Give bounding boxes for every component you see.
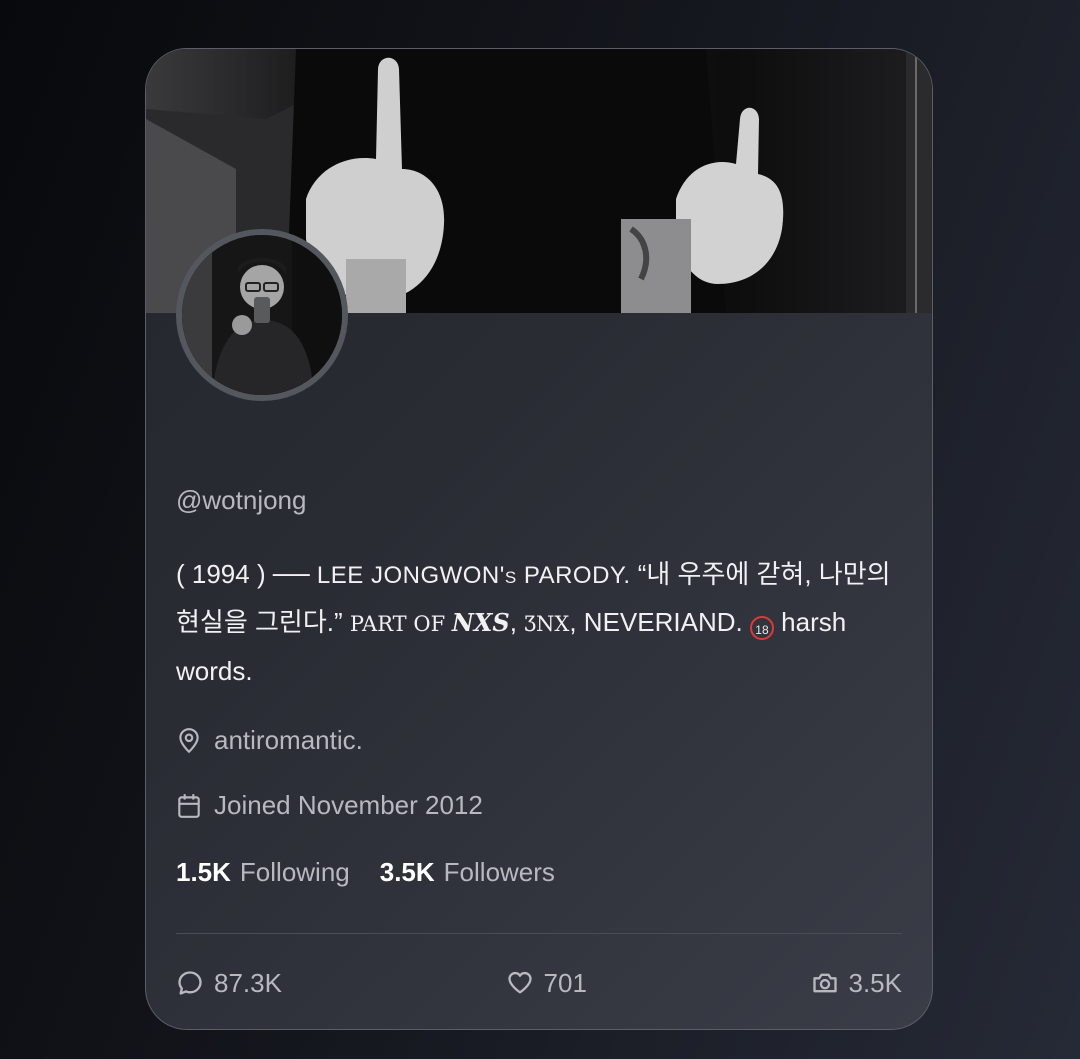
bio-text-1: ( 1994 ) ── [176, 559, 317, 589]
bio-text-partof: PART OF [349, 612, 452, 636]
profile-bio: ( 1994 ) ── LEE JONGWON's PARODY. “내 우주에… [176, 551, 911, 695]
bio-text-parody: LEE JONGWON's PARODY. [316, 562, 631, 589]
followers-count: 3.5K [379, 857, 435, 887]
action-bar: 87.3K 701 3.5K [176, 963, 902, 1003]
profile-avatar[interactable] [176, 229, 348, 401]
likes-button[interactable]: 701 [506, 968, 587, 999]
profile-stats: 1.5K Following 3.5K Followers [176, 857, 555, 888]
divider [176, 933, 902, 934]
profile-joined-date: Joined November 2012 [176, 790, 483, 821]
bio-text-nxs: NXS [451, 608, 510, 637]
map-pin-icon [179, 727, 199, 753]
following-label: Following [239, 857, 350, 887]
camera-icon [812, 973, 837, 993]
location-text: antiromantic. [214, 725, 363, 755]
profile-handle[interactable]: @wotnjong [176, 485, 306, 516]
joined-text: Joined November 2012 [214, 790, 483, 820]
media-count: 3.5K [848, 967, 903, 998]
followers-link[interactable]: 3.5K Followers [380, 857, 555, 888]
likes-count: 701 [543, 967, 587, 998]
profile-card: @wotnjong ( 1994 ) ── LEE JONGWON's PARO… [145, 48, 933, 1030]
following-count: 1.5K [176, 857, 231, 887]
bio-text-comma: , [509, 607, 525, 637]
no-under-18-icon: 18 [749, 616, 774, 640]
replies-button[interactable]: 87.3K [176, 968, 282, 999]
following-link[interactable]: 1.5K Following [176, 857, 350, 888]
followers-label: Followers [443, 857, 555, 887]
heart-icon [507, 971, 532, 994]
profile-location: antiromantic. [176, 725, 363, 756]
speech-bubble-icon [178, 971, 202, 995]
replies-count: 87.3K [214, 967, 282, 998]
bio-text-3nx: ƷNX [524, 612, 570, 636]
media-button[interactable]: 3.5K [811, 967, 903, 999]
calendar-icon [178, 793, 200, 818]
bio-text-neveriand: , NEVERIAND. [569, 607, 750, 637]
